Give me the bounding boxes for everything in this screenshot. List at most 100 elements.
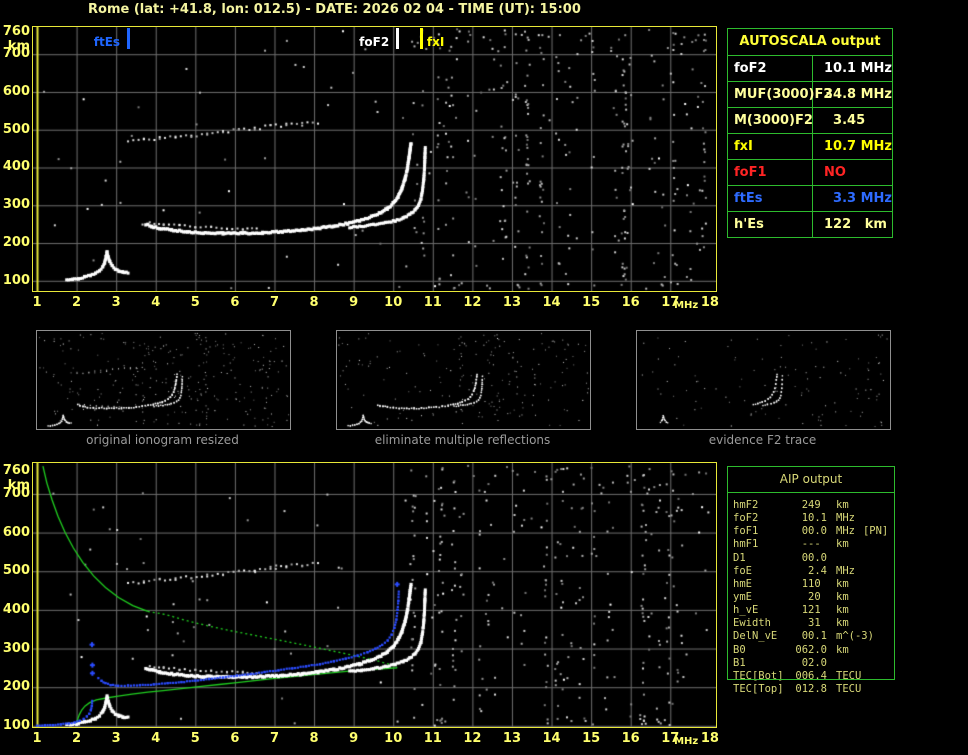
ionogram-main-canvas xyxy=(33,27,716,291)
aip-row-h_vE: h_vE 121 km xyxy=(733,604,903,617)
x-axis-unit-label: MHz xyxy=(674,736,699,747)
thumbnail-original-canvas xyxy=(37,331,290,429)
aip-row-foF2: foF2 10.1 MHz xyxy=(733,512,903,525)
aip-param-unit: MHz xyxy=(836,525,855,538)
x-tick-label: 14 xyxy=(542,295,561,310)
aip-param-unit: km xyxy=(836,604,849,617)
x-tick-label: 1 xyxy=(32,731,42,746)
aip-param-value: 00.0 xyxy=(801,525,827,538)
aip-param-label: foF2 xyxy=(733,512,759,525)
autoscala-row-foF1: foF1 NO xyxy=(728,160,892,186)
x-tick-label: 5 xyxy=(190,731,200,746)
aip-param-value: 2.4 xyxy=(808,564,827,577)
y-tick-label: 500 xyxy=(2,121,30,137)
x-tick-label: 16 xyxy=(621,731,640,746)
y-tick-label: 500 xyxy=(2,563,30,579)
x-tick-label: 4 xyxy=(151,295,161,310)
aip-row-D1: D1 00.0 xyxy=(733,552,903,565)
y-tick-label: 200 xyxy=(2,679,30,695)
x-tick-label: 3 xyxy=(111,295,121,310)
x-tick-label: 8 xyxy=(309,295,319,310)
aip-param-unit: km xyxy=(836,643,849,656)
thumbnail-evidence-canvas xyxy=(637,331,890,429)
x-tick-label: 11 xyxy=(423,731,442,746)
y-axis-unit-label: km xyxy=(7,477,30,493)
page-title: Rome (lat: +41.8, lon: 012.5) - DATE: 20… xyxy=(88,2,581,17)
y-axis-unit-label: km xyxy=(7,38,30,54)
aip-param-value: 10.1 xyxy=(801,512,827,525)
x-tick-label: 13 xyxy=(502,295,521,310)
thumbnail-evidence-f2 xyxy=(636,330,891,430)
autoscala-param-label: fxI xyxy=(728,134,813,159)
aip-param-label: B0 xyxy=(733,643,746,656)
marker-line-ftEs xyxy=(127,28,131,49)
aip-param-unit: km xyxy=(836,590,849,603)
autoscala-param-label: ftEs xyxy=(728,186,813,211)
y-tick-label: 100 xyxy=(2,272,30,288)
aip-param-value: 062.0 xyxy=(795,643,827,656)
aip-param-unit: MHz xyxy=(836,564,855,577)
aip-row-foE: foE 2.4 MHz xyxy=(733,565,903,578)
aip-row-B0: B0 062.0 km xyxy=(733,644,903,657)
x-tick-label: 13 xyxy=(502,731,521,746)
x-tick-label: 18 xyxy=(700,295,719,310)
aip-param-note: [PN] xyxy=(862,525,889,538)
autoscala-row-fxI: fxI 10.7 MHz xyxy=(728,134,892,160)
aip-row-ymE: ymE 20 km xyxy=(733,591,903,604)
x-tick-label: 12 xyxy=(463,731,482,746)
aip-param-value: 02.0 xyxy=(801,656,827,669)
aip-param-unit: km xyxy=(836,538,849,551)
aip-param-label: TEC[Bot] xyxy=(733,669,784,682)
aip-param-value: 00.1 xyxy=(801,630,827,643)
aip-row-TEC[Top]: TEC[Top] 012.8 TECU xyxy=(733,683,903,696)
aip-row-DelN_vE: DelN_vE 00.1 m^(-3) xyxy=(733,630,903,643)
aip-row-hmF1: hmF1 --- km xyxy=(733,538,903,551)
marker-label-ftEs: ftEs xyxy=(93,35,121,49)
y-tick-label: 300 xyxy=(2,640,30,656)
thumbnail-caption-evidence: evidence F2 trace xyxy=(708,433,817,447)
y-tick-label: 600 xyxy=(2,524,30,540)
aip-param-label: TEC[Top] xyxy=(733,682,784,695)
x-tick-label: 6 xyxy=(230,295,240,310)
x-tick-label: 11 xyxy=(423,295,442,310)
aip-param-value: --- xyxy=(801,538,827,551)
autoscala-param-value: 34.8 MHz xyxy=(824,87,892,102)
aip-param-unit: TECU xyxy=(836,682,862,695)
thumbnail-caption-original: original ionogram resized xyxy=(86,433,239,447)
aip-row-foF1: foF1 00.0 MHz [PN] xyxy=(733,525,903,538)
aip-row-TEC[Bot]: TEC[Bot] 006.4 TECU xyxy=(733,670,903,683)
aip-param-unit: km xyxy=(836,577,849,590)
aip-param-value: 31 xyxy=(808,617,827,630)
x-tick-label: 18 xyxy=(700,731,719,746)
aip-row-B1: B1 02.0 xyxy=(733,657,903,670)
x-tick-label: 3 xyxy=(111,731,121,746)
x-axis-unit-label: MHz xyxy=(674,300,699,311)
x-tick-label: 8 xyxy=(309,731,319,746)
autoscala-param-value: 122 km xyxy=(824,217,887,232)
autoscala-param-label: M(3000)F2 xyxy=(728,108,813,133)
thumbnail-eliminate-canvas xyxy=(337,331,590,429)
autoscala-row-M(3000)F2: M(3000)F2 3.45 xyxy=(728,108,892,134)
autoscala-param-label: foF2 xyxy=(728,56,813,81)
autoscala-param-value: 10.7 MHz xyxy=(824,139,892,154)
autoscala-window: Rome (lat: +41.8, lon: 012.5) - DATE: 20… xyxy=(0,0,968,755)
marker-line-foF2 xyxy=(396,28,400,49)
aip-param-unit: km xyxy=(836,499,849,511)
aip-param-label: hmF2 xyxy=(733,499,759,511)
marker-label-foF2: foF2 xyxy=(359,35,390,49)
aip-param-label: Ewidth xyxy=(733,617,771,630)
x-tick-label: 2 xyxy=(72,731,82,746)
aip-param-value: 249 xyxy=(801,499,827,511)
y-tick-label: 760 xyxy=(2,462,30,478)
aip-param-unit: TECU xyxy=(836,669,862,682)
x-tick-label: 12 xyxy=(463,295,482,310)
aip-param-label: D1 xyxy=(733,551,746,564)
y-tick-label: 400 xyxy=(2,159,30,175)
aip-param-label: DelN_vE xyxy=(733,630,778,643)
x-tick-label: 5 xyxy=(190,295,200,310)
x-tick-label: 10 xyxy=(384,295,403,310)
aip-row-hmF2: hmF2 249 km xyxy=(733,499,903,512)
marker-line-fxI xyxy=(419,28,423,49)
autoscala-param-value: 3.45 xyxy=(824,113,866,128)
x-tick-label: 4 xyxy=(151,731,161,746)
